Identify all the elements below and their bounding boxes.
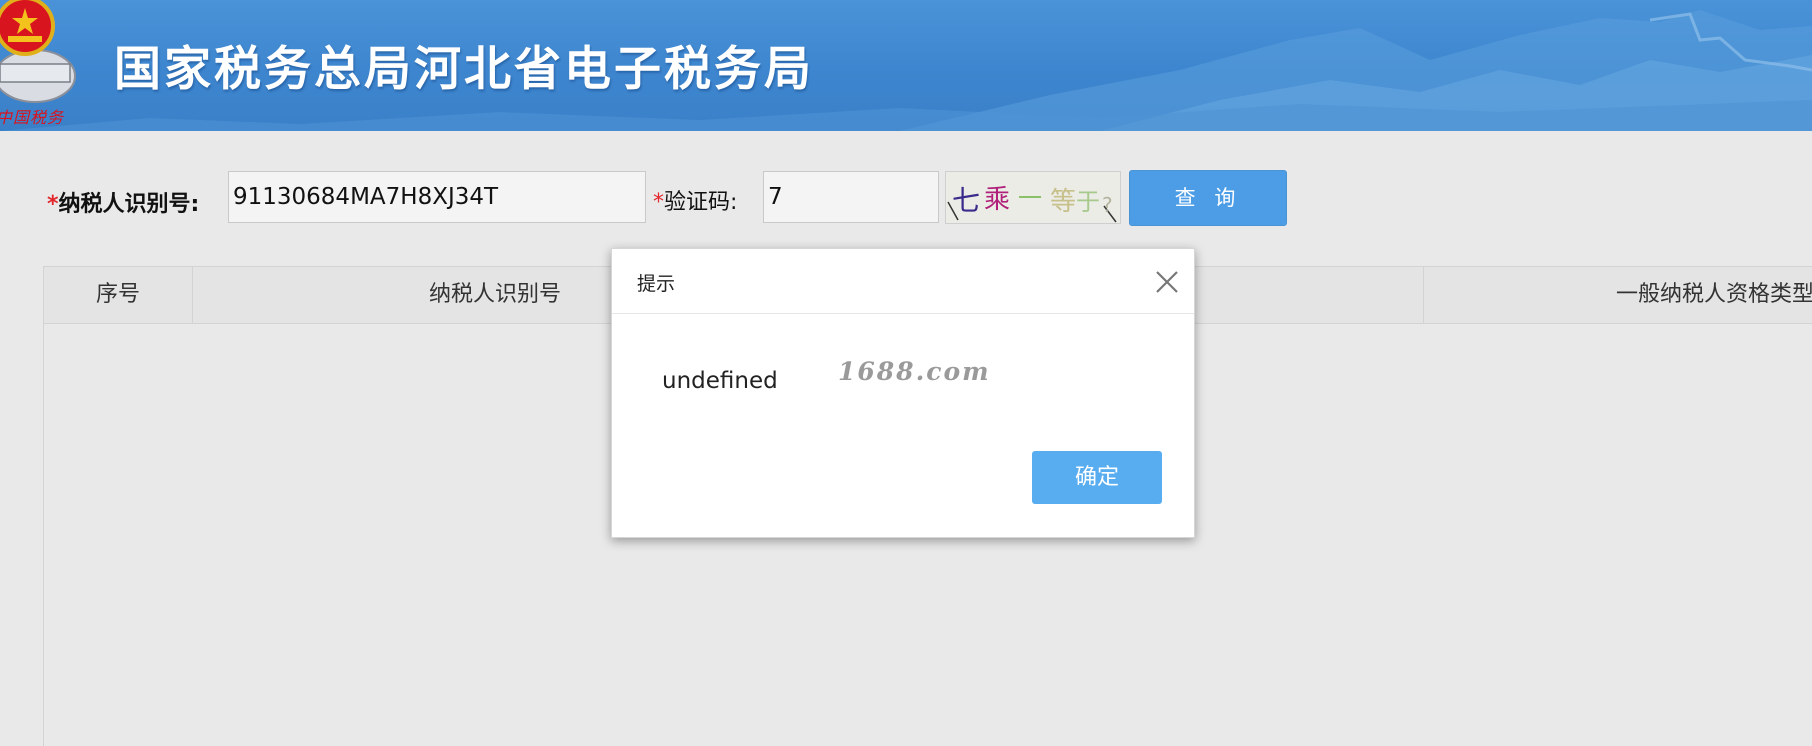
dialog-title: 提示	[637, 273, 676, 295]
watermark-text: 1688.com	[838, 357, 991, 386]
dialog-message: undefined	[662, 368, 778, 394]
close-icon[interactable]	[1152, 267, 1182, 297]
modal-overlay: 提示 undefined 1688.com 确定	[0, 0, 1812, 742]
ok-button[interactable]: 确定	[1032, 451, 1162, 504]
alert-dialog: 提示 undefined 1688.com 确定	[611, 248, 1195, 538]
dialog-header: 提示	[612, 249, 1194, 314]
